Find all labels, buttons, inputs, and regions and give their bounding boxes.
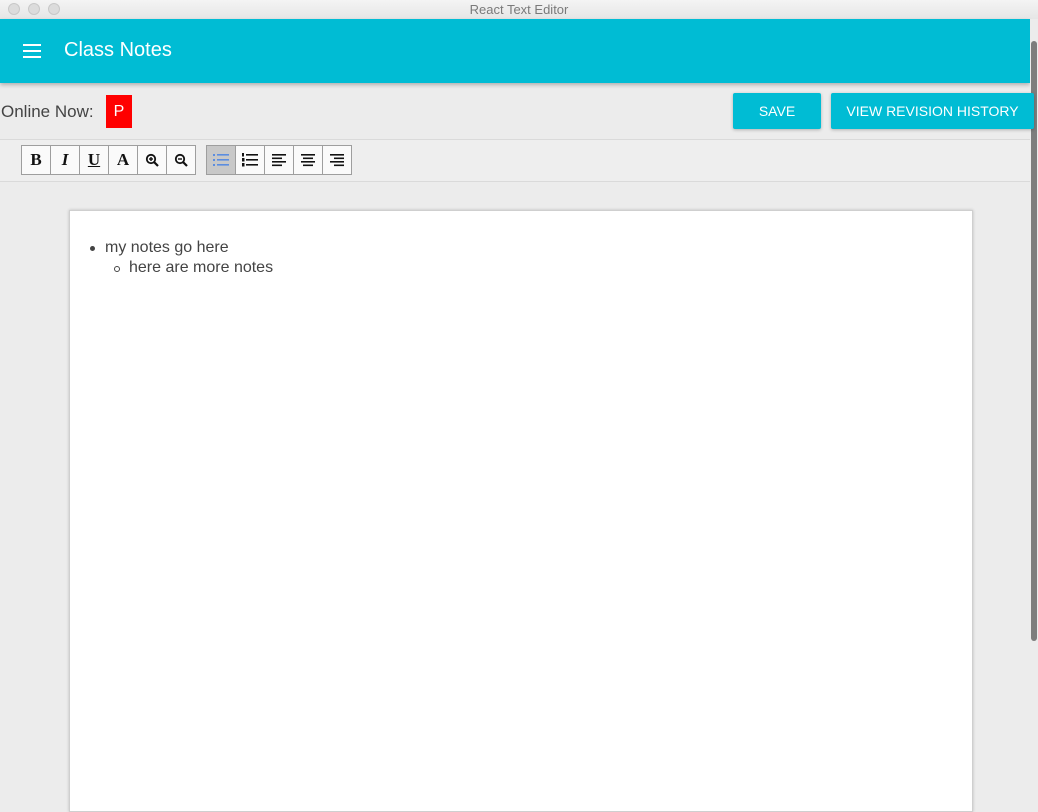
editor-page[interactable]: my notes go here here are more notes: [69, 210, 973, 812]
bullet-disc-icon: [90, 246, 95, 251]
zoom-in-icon: [145, 153, 159, 167]
save-button[interactable]: SAVE: [733, 93, 821, 129]
align-left-icon: [272, 154, 286, 167]
zoom-in-button[interactable]: [137, 145, 167, 175]
font-color-button[interactable]: A: [108, 145, 138, 175]
app-bar: Class Notes: [0, 19, 1030, 83]
align-right-button[interactable]: [322, 145, 352, 175]
italic-icon: I: [61, 150, 69, 169]
online-now-label: Online Now:: [1, 102, 94, 121]
window-titlebar: React Text Editor: [0, 0, 1038, 20]
zoom-out-icon: [174, 153, 188, 167]
align-center-button[interactable]: [293, 145, 323, 175]
ordered-list-button[interactable]: [235, 145, 265, 175]
list-item[interactable]: here are more notes: [129, 259, 273, 277]
align-center-icon: [301, 154, 315, 167]
inline-style-group: B I U A: [21, 145, 196, 175]
align-left-button[interactable]: [264, 145, 294, 175]
zoom-out-button[interactable]: [166, 145, 196, 175]
list-item[interactable]: my notes go here: [105, 239, 229, 257]
bold-icon: B: [30, 150, 42, 169]
app-title: Class Notes: [64, 39, 172, 61]
window-title: React Text Editor: [469, 2, 569, 17]
italic-button[interactable]: I: [50, 145, 80, 175]
editor-toolbar: B I U A: [0, 139, 1030, 182]
hamburger-menu-icon[interactable]: [22, 43, 42, 59]
scrollbar[interactable]: [1030, 19, 1038, 796]
unordered-list-button[interactable]: [206, 145, 236, 175]
underline-button[interactable]: U: [79, 145, 109, 175]
font-color-icon: A: [116, 150, 130, 169]
underline-icon: U: [87, 150, 101, 169]
bullet-list-icon: [213, 154, 229, 166]
view-revision-history-button[interactable]: VIEW REVISION HISTORY: [831, 93, 1034, 129]
avatar: P: [106, 95, 132, 128]
numbered-list-icon: [242, 153, 258, 167]
block-style-group: [206, 145, 352, 175]
align-right-icon: [330, 154, 344, 167]
bullet-circle-icon: [114, 266, 120, 272]
bold-button[interactable]: B: [21, 145, 51, 175]
scrollbar-thumb[interactable]: [1031, 41, 1037, 641]
